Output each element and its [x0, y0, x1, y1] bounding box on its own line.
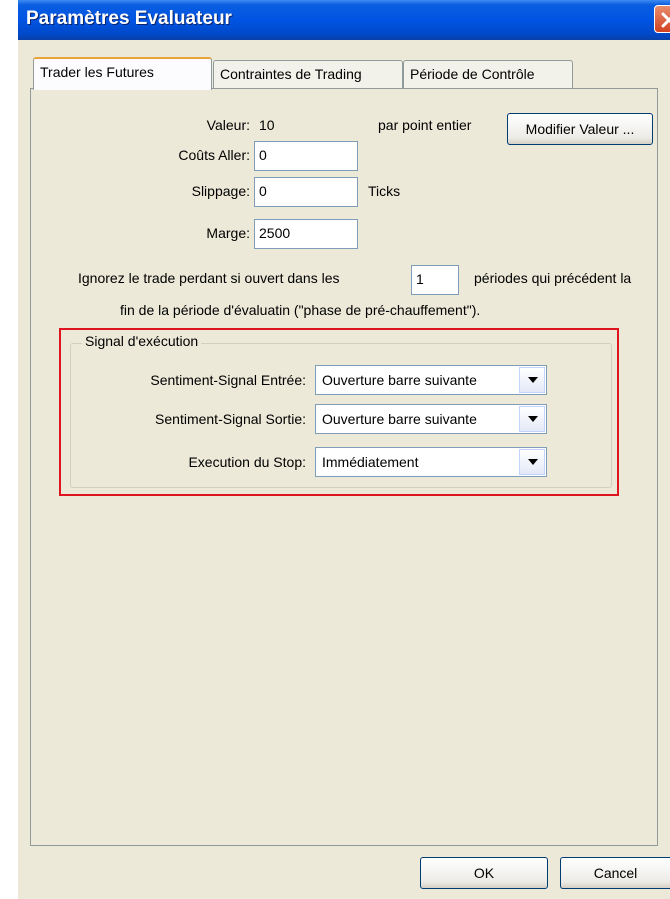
ignore-text-line2: fin de la période d'évaluatin ("phase de… — [120, 302, 481, 318]
highlight-box — [59, 328, 619, 496]
ok-button[interactable]: OK — [420, 857, 548, 889]
ignore-text-before: Ignorez le trade perdant si ouvert dans … — [78, 270, 340, 286]
ignore-text-after: périodes qui précédent la — [474, 270, 632, 286]
slippage-label: Slippage: — [191, 183, 250, 199]
valeur-field: 10 — [254, 111, 358, 141]
ticks-label: Ticks — [368, 183, 401, 199]
modify-value-button[interactable]: Modifier Valeur ... — [507, 113, 653, 145]
per-point-label: par point entier — [378, 117, 472, 133]
marge-input[interactable]: 2500 — [254, 219, 358, 249]
cancel-button[interactable]: Cancel — [560, 857, 670, 889]
marge-label: Marge: — [206, 225, 250, 241]
couts-aller-input[interactable]: 0 — [254, 141, 358, 171]
valeur-label: Valeur: — [206, 117, 250, 133]
dialog-window: Paramètres Evaluateur Trader les Futures… — [18, 0, 670, 899]
warmup-periods-input[interactable]: 1 — [411, 265, 459, 295]
slippage-input[interactable]: 0 — [254, 177, 358, 207]
couts-aller-label: Coûts Aller: — [178, 147, 250, 163]
panel-content: Valeur: 10 par point entier Modifier Val… — [18, 0, 670, 899]
